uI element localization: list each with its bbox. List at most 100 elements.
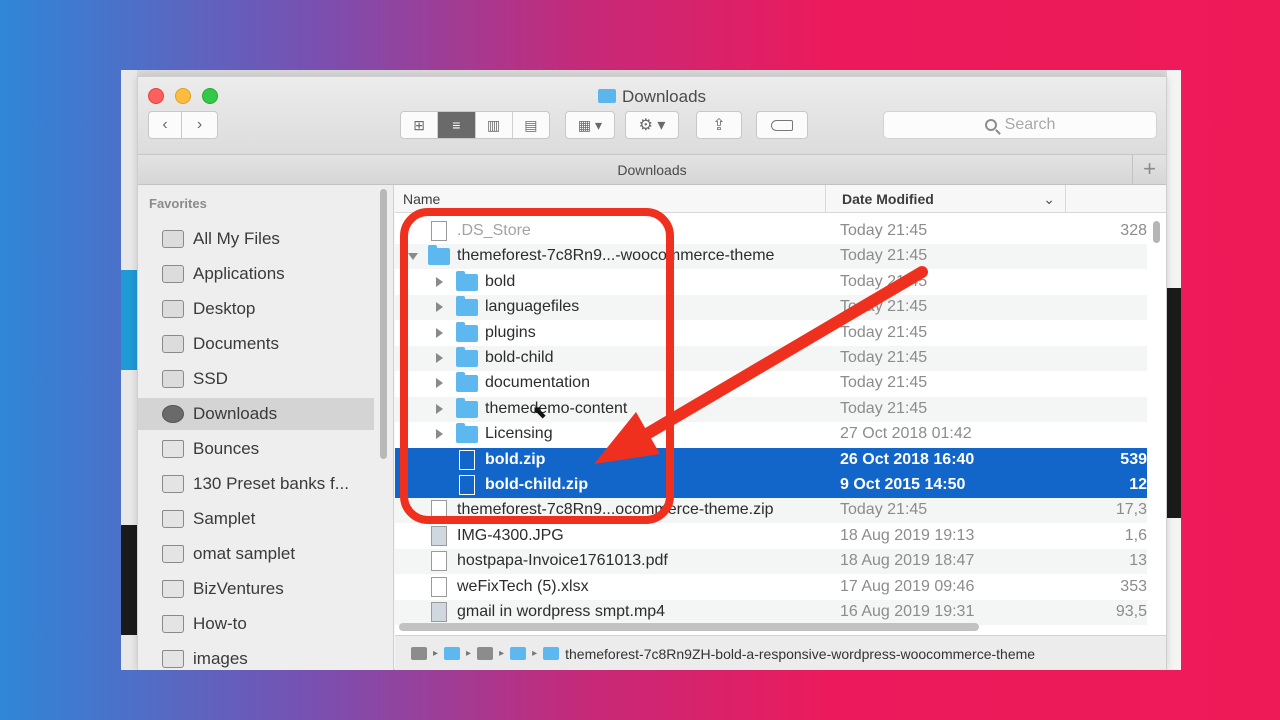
file-row[interactable]: documentation Today 21:45 — [395, 371, 1147, 396]
file-row[interactable]: weFixTech (5).xlsx 17 Aug 2019 09:46 353 — [395, 575, 1147, 600]
screenshot-frame: Downloads ‹ › ⊞ ≡ ▥ ▤ ▦ ▾ ⚙ ▾ ⇪ Search D… — [121, 70, 1181, 670]
file-row[interactable]: bold-child Today 21:45 — [395, 346, 1147, 371]
file-row[interactable]: themeforest-7c8Rn9...ocommerce-theme.zip… — [395, 498, 1147, 524]
arrange-button[interactable]: ▦ ▾ — [565, 111, 615, 139]
folder-icon — [162, 650, 184, 668]
file-row[interactable]: bold Today 21:45 — [395, 270, 1147, 295]
file-date: Today 21:45 — [840, 349, 928, 366]
sidebar-item-omat-samplet[interactable]: omat samplet — [138, 538, 374, 570]
folder-icon — [456, 270, 478, 291]
disclosure-closed-icon[interactable] — [436, 327, 443, 338]
file-row[interactable]: themedemo-content Today 21:45 — [395, 396, 1147, 422]
mouse-cursor-icon: ⬉ — [532, 402, 548, 422]
cover-flow-button[interactable]: ▤ — [513, 112, 549, 138]
background-app-right — [1167, 70, 1181, 670]
sidebar-item-how-to[interactable]: How-to — [138, 608, 374, 640]
media-file-icon — [431, 602, 447, 622]
action-gear-button[interactable]: ⚙ ▾ — [625, 111, 679, 139]
new-tab-button[interactable]: + — [1132, 155, 1166, 185]
file-list: Name Date Modified ⌄ .DS_Store Today 21:45… — [395, 185, 1166, 670]
disclosure-closed-icon[interactable] — [436, 276, 443, 287]
file-row[interactable]: bold-child.zip 9 Oct 2015 14:50 12 — [395, 473, 1147, 498]
sidebar-item-bizventures[interactable]: BizVentures — [138, 573, 374, 605]
sidebar-item-ssd[interactable]: SSD — [138, 363, 374, 395]
file-size: 328 — [1120, 222, 1147, 239]
forward-button[interactable]: › — [182, 111, 218, 139]
back-button[interactable]: ‹ — [148, 111, 182, 139]
view-mode-control: ⊞ ≡ ▥ ▤ — [400, 111, 550, 139]
home-icon[interactable] — [477, 647, 494, 660]
sidebar-heading-favorites: Favorites — [149, 196, 207, 211]
disclosure-closed-icon[interactable] — [436, 378, 443, 389]
disclosure-closed-icon[interactable] — [436, 403, 443, 414]
file-row[interactable]: themeforest-7c8Rn9...-woocommerce-theme T… — [395, 244, 1147, 270]
document-icon — [431, 221, 447, 241]
sidebar-item-preset-banks[interactable]: 130 Preset banks f... — [138, 468, 374, 500]
disclosure-closed-icon[interactable] — [436, 353, 443, 363]
disclosure-closed-icon[interactable] — [436, 429, 443, 440]
icon-view-button[interactable]: ⊞ — [401, 112, 439, 138]
file-date: Today 21:45 — [840, 323, 928, 341]
desktop-icon — [162, 300, 184, 318]
sidebar-item-all-my-files[interactable]: All My Files — [138, 223, 374, 255]
file-size: 353 — [1120, 577, 1147, 595]
media-file-icon — [431, 525, 447, 546]
search-field[interactable]: Search — [883, 111, 1157, 139]
sidebar-item-bounces[interactable]: Bounces — [138, 433, 374, 465]
folder-icon — [162, 615, 184, 633]
path-final-folder[interactable]: themeforest-7c8Rn9ZH-bold-a-responsive-w… — [565, 646, 1035, 662]
document-icon — [431, 500, 447, 521]
disclosure-open-icon[interactable] — [408, 253, 418, 261]
file-row[interactable]: bold.zip 26 Oct 2018 16:40 539 — [395, 447, 1147, 473]
sidebar-item-downloads[interactable]: Downloads — [138, 398, 374, 430]
list-view-button[interactable]: ≡ — [438, 112, 476, 138]
file-row[interactable]: gmail in wordpress smpt.mp4 16 Aug 2019 1… — [395, 600, 1147, 625]
tag-button[interactable] — [756, 111, 808, 139]
sidebar-scrollbar[interactable] — [380, 189, 387, 459]
disclosure-closed-icon[interactable] — [436, 302, 443, 313]
file-size: 17,3 — [1115, 501, 1147, 519]
column-view-button[interactable]: ▥ — [476, 112, 513, 138]
disk-icon[interactable] — [411, 647, 427, 660]
sidebar-item-applications[interactable]: Applications — [138, 258, 374, 290]
column-date-header[interactable]: Date Modified ⌄ — [825, 185, 1065, 213]
share-button[interactable]: ⇪ — [696, 111, 742, 139]
file-row[interactable]: hostpapa-Invoice1761013.pdf 18 Aug 2019 1… — [395, 549, 1147, 575]
title-bar: Downloads ‹ › ⊞ ≡ ▥ ▤ ▦ ▾ ⚙ ▾ ⇪ Search — [138, 77, 1166, 155]
folder-icon — [597, 89, 616, 103]
sidebar-item-images[interactable]: images — [138, 643, 374, 670]
file-row[interactable]: .DS_Store Today 21:45 328 — [395, 219, 1147, 244]
file-row[interactable]: plugins Today 21:45 — [395, 321, 1147, 346]
document-icon — [459, 475, 475, 495]
column-name-header[interactable]: Name — [403, 191, 440, 207]
folder-icon[interactable] — [510, 647, 527, 660]
folder-icon — [428, 245, 450, 266]
file-name: weFixTech (5).xlsx — [457, 577, 589, 595]
horizontal-scrollbar[interactable] — [399, 623, 979, 631]
file-row[interactable]: IMG-4300.JPG 18 Aug 2019 19:13 1,6 — [395, 524, 1147, 549]
all-files-icon — [162, 230, 184, 248]
file-date: Today 21:45 — [840, 247, 928, 265]
downloads-icon — [162, 405, 184, 423]
sidebar-item-desktop[interactable]: Desktop — [138, 293, 374, 325]
background-app-left — [121, 70, 137, 670]
sidebar-item-documents[interactable]: Documents — [138, 328, 374, 360]
document-icon — [431, 576, 447, 597]
file-date: Today 21:45 — [840, 374, 928, 392]
column-size-header[interactable] — [1065, 185, 1165, 213]
vertical-scrollbar[interactable] — [1153, 221, 1160, 243]
document-icon — [431, 551, 447, 572]
file-row[interactable]: Licensing 27 Oct 2018 01:42 — [395, 422, 1147, 447]
tab-downloads[interactable]: Downloads — [617, 162, 686, 178]
folder-icon — [162, 510, 184, 528]
file-name: bold — [485, 272, 516, 290]
file-row[interactable]: languagefiles Today 21:45 — [395, 295, 1147, 321]
file-date: 17 Aug 2019 09:46 — [840, 577, 975, 595]
folder-icon — [543, 647, 560, 660]
search-icon — [984, 119, 997, 131]
sidebar-item-samplet[interactable]: Samplet — [138, 503, 374, 535]
folder-icon[interactable] — [444, 647, 461, 660]
file-name: Licensing — [485, 425, 553, 443]
folder-icon — [456, 347, 478, 367]
file-date: 9 Oct 2015 14:50 — [840, 476, 966, 493]
